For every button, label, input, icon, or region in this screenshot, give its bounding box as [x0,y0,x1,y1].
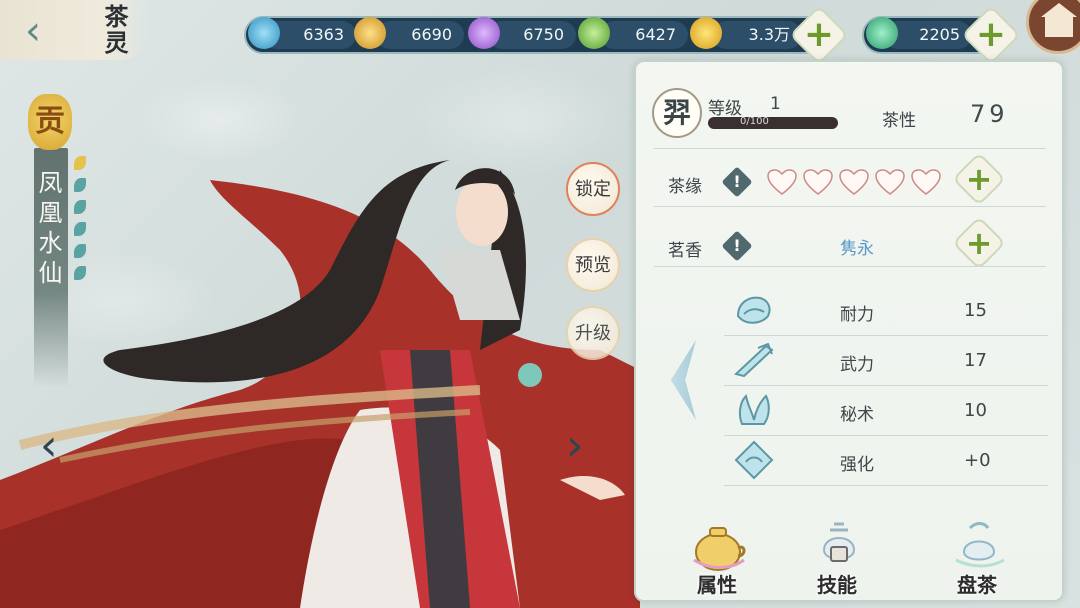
aroma-value[interactable]: 隽永 [840,234,874,259]
coin-icon [690,17,722,49]
add-gem-button[interactable]: + [961,5,1021,65]
heart-icon [803,169,833,195]
stat-value: 10 [964,400,987,421]
exp-bar [708,117,838,129]
heart-icon [767,169,797,195]
back-button[interactable]: ‹ [18,11,48,52]
add-currency-button[interactable]: + [789,5,849,65]
heart-icon [875,169,905,195]
currency-value: 6750 [523,25,564,44]
endurance-icon [736,296,771,324]
lock-icon [830,546,848,562]
stat-row-enhance: 强化 +0 [724,436,1048,486]
stat-row-arcane: 秘术 10 [724,386,1048,436]
plus-icon: + [803,13,835,55]
stat-label: 强化 [840,455,874,475]
heart-icon [839,169,869,195]
plus-icon: + [975,13,1007,55]
stat-value: 17 [964,350,987,371]
currency-bar: 6363 6690 6750 6427 3.3万 [244,16,840,54]
aroma-label: 茗香 [668,241,702,261]
currency-green: 6427 [600,21,688,49]
tab-label: 属性 [697,573,737,597]
enhance-icon [734,440,774,480]
currency-coin: 3.3万 [712,21,802,49]
prev-character-arrow[interactable]: ‹ [40,424,60,468]
stat-row-endurance: 耐力 15 [724,286,1048,336]
gem-icon [866,17,898,49]
page-title: 茶灵 [100,4,129,56]
force-icon [733,342,774,378]
blue-orb-icon [248,17,280,49]
fate-info-icon[interactable]: ! [721,166,753,198]
character-illustration [0,160,640,608]
lock-button[interactable]: 锁定 [566,162,620,216]
upgrade-button[interactable]: 升级 [566,306,620,360]
character-name: 凤凰水仙 [34,170,62,290]
arcane-icon [738,393,770,425]
tab-skills[interactable]: 技能 [792,516,882,602]
preview-button[interactable]: 预览 [566,238,620,292]
back-arrow-icon: ‹ [25,8,41,54]
home-button[interactable] [1026,0,1080,54]
stat-value: +0 [964,450,991,471]
stat-label: 秘术 [840,405,874,425]
exp-text: 0/100 [740,116,769,127]
fate-label: 茶缘 [668,177,702,197]
rank-badge: 贡 [28,94,72,150]
plus-icon: + [965,160,993,198]
currency-value: 3.3万 [748,25,790,44]
currency-value: 6427 [635,25,676,44]
plus-icon: + [965,224,993,262]
tea-nature-value: 79 [970,100,1009,128]
currency-value: 6690 [411,25,452,44]
gem-value: 2205 [919,25,960,44]
stat-label: 耐力 [840,305,874,325]
gold-orb-icon [354,17,386,49]
aroma-info-icon[interactable]: ! [721,230,753,262]
currency-value: 6363 [303,25,344,44]
level-label: 等级 [708,99,742,119]
skill-icon [822,522,856,560]
grade-badge: 羿 [652,88,702,138]
stat-row-force: 武力 17 [724,336,1048,386]
next-character-arrow[interactable]: › [566,424,586,468]
stat-label: 武力 [840,355,874,375]
currency-purple: 6750 [488,21,576,49]
tab-tea-tray[interactable]: 盘茶 [932,516,1022,602]
tab-label: 技能 [817,573,857,597]
level-value: 1 [770,94,781,114]
heart-icon [911,169,941,195]
tea-cup-icon [955,522,1005,568]
green-orb-icon [578,17,610,49]
purple-orb-icon [468,17,500,49]
tab-attributes[interactable]: 属性 [672,516,762,602]
teapot-icon [693,527,746,571]
tea-nature-label: 茶性 [882,111,916,131]
tab-label: 盘茶 [957,573,997,597]
stat-value: 15 [964,300,987,321]
currency-gold: 6690 [376,21,464,49]
